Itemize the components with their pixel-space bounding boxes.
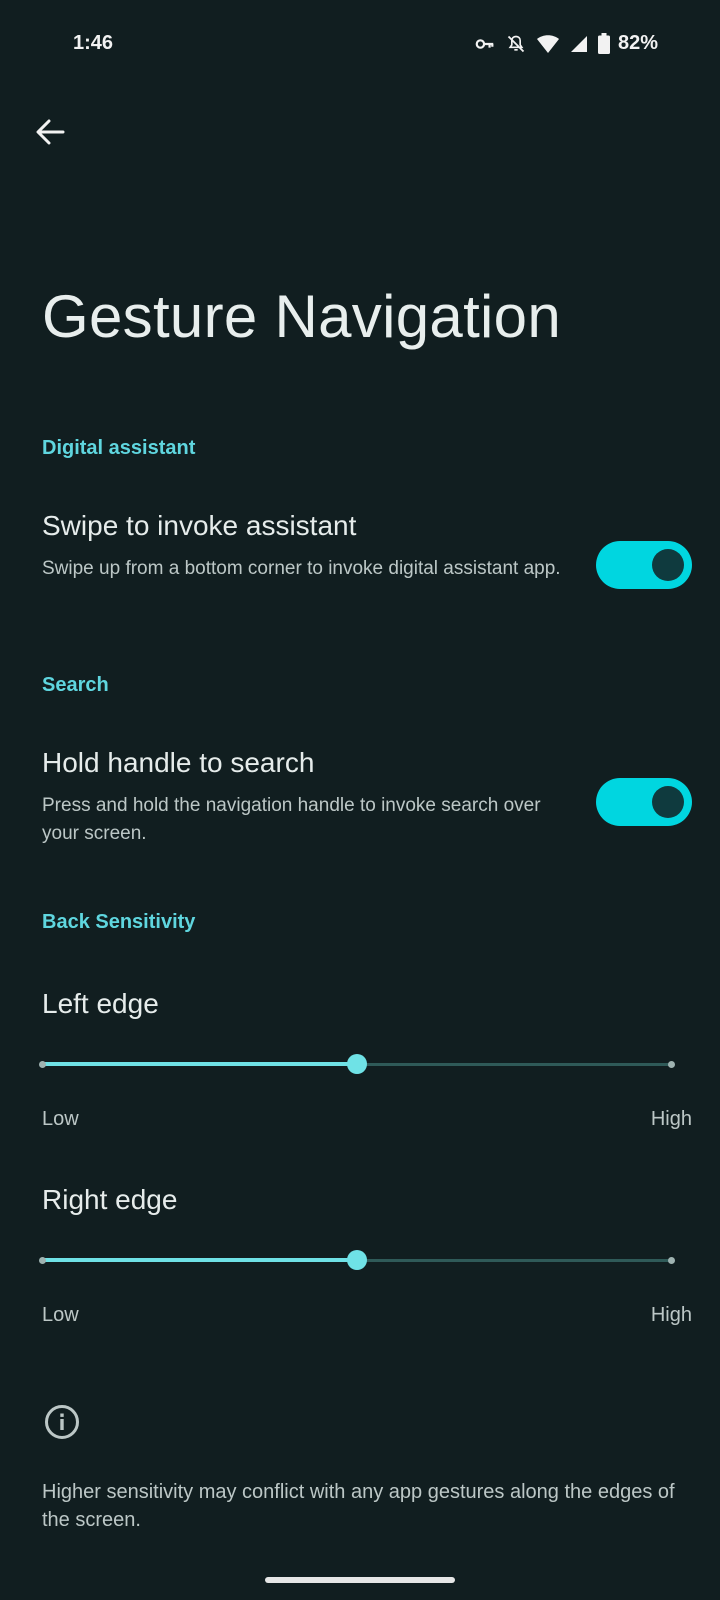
battery-icon	[597, 33, 610, 54]
left-edge-title: Left edge	[42, 988, 159, 1019]
right-edge-title: Right edge	[42, 1184, 178, 1215]
slider-end-dot	[668, 1257, 675, 1264]
wifi-icon	[536, 34, 560, 54]
pref-summary: Press and hold the navigation handle to …	[42, 795, 541, 844]
right-edge-low-label: Low	[42, 1304, 79, 1326]
pref-title: Swipe to invoke assistant	[42, 510, 357, 541]
slider-thumb[interactable]	[347, 1054, 367, 1074]
arrow-back-icon	[35, 117, 65, 152]
pref-summary: Swipe up from a bottom corner to invoke …	[42, 558, 561, 579]
section-header-digital-assistant: Digital assistant	[42, 437, 196, 459]
slider-thumb[interactable]	[347, 1250, 367, 1270]
vpn-key-icon	[474, 33, 496, 55]
page-title: Gesture Navigation	[42, 283, 562, 350]
back-button[interactable]	[26, 110, 74, 158]
slider-end-dot	[668, 1061, 675, 1068]
slider-track-active	[42, 1062, 357, 1066]
swipe-to-invoke-assistant-row[interactable]: Swipe to invoke assistant Swipe up from …	[0, 510, 720, 610]
assistant-toggle-switch[interactable]	[596, 541, 692, 589]
slider-track-active	[42, 1258, 357, 1262]
battery-percentage: 82%	[617, 32, 658, 54]
navigation-handle[interactable]	[265, 1577, 455, 1583]
status-bar: 1:46 82%	[0, 0, 720, 90]
right-edge-slider[interactable]	[39, 1246, 675, 1276]
status-icons: 82%	[474, 32, 658, 55]
toggle-thumb	[652, 786, 684, 818]
slider-start-dot	[39, 1257, 46, 1264]
section-header-search: Search	[42, 674, 109, 696]
left-edge-high-label: High	[650, 1108, 692, 1130]
search-toggle-switch[interactable]	[596, 778, 692, 826]
pref-title: Hold handle to search	[42, 747, 315, 778]
toggle-thumb	[652, 549, 684, 581]
left-edge-slider[interactable]	[39, 1050, 675, 1080]
right-edge-high-label: High	[650, 1304, 692, 1326]
signal-icon	[570, 35, 588, 53]
footer-text: Higher sensitivity may conflict with any…	[42, 1481, 675, 1531]
info-icon	[44, 1404, 80, 1445]
hold-handle-to-search-row[interactable]: Hold handle to search Press and hold the…	[0, 747, 720, 847]
status-time: 1:46	[73, 32, 114, 54]
section-header-back-sensitivity: Back Sensitivity	[42, 911, 196, 933]
slider-start-dot	[39, 1061, 46, 1068]
left-edge-low-label: Low	[42, 1108, 79, 1130]
mute-icon	[506, 33, 526, 55]
